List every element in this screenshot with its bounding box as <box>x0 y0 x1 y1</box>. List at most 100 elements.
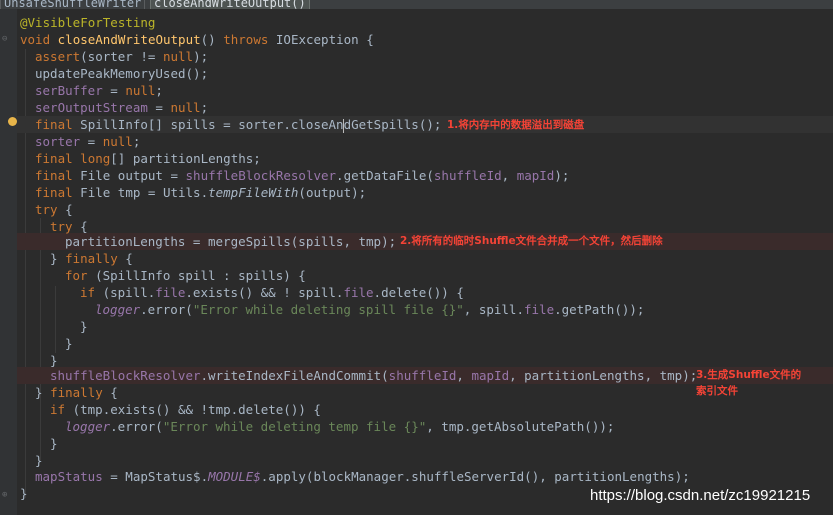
code-line-8: sorter = null; <box>35 133 140 150</box>
field-token: serBuffer <box>35 83 103 98</box>
code-token: } <box>80 319 88 334</box>
code-token: { <box>117 251 133 266</box>
code-token: ; <box>155 83 163 98</box>
code-token: () <box>200 32 224 47</box>
code-token: { <box>102 385 118 400</box>
code-line-18: logger.error("Error while deleting spill… <box>95 301 644 318</box>
code-token: .getPath()); <box>554 302 645 317</box>
code-line-16: for (SpillInfo spill : spills) { <box>65 267 306 284</box>
static-field-token: logger <box>95 302 141 317</box>
breadcrumb-method[interactable]: closeAndWriteOutput() <box>150 0 310 9</box>
code-token: , <box>501 168 517 183</box>
code-token: (SpillInfo spill : spills) { <box>87 268 306 283</box>
method-name-token: closeAndWriteOutput <box>57 32 201 47</box>
code-line-25: logger.error("Error while deleting temp … <box>65 418 614 435</box>
keyword-token: finally <box>65 251 118 266</box>
code-token: (sorter != <box>80 49 163 64</box>
code-token: (tmp.exists() && !tmp.delete()) { <box>65 402 321 417</box>
field-token: mapStatus <box>35 469 103 484</box>
code-token: { <box>57 202 73 217</box>
code-token: (output); <box>298 185 367 200</box>
watermark: https://blog.csdn.net/zc19921215 <box>590 487 811 504</box>
code-token: = MapStatus$. <box>102 469 209 484</box>
code-token: ); <box>554 168 570 183</box>
code-token: , partitionLengths, tmp); <box>509 368 698 383</box>
keyword-token: null <box>170 100 201 115</box>
field-token: shuffleId <box>433 168 502 183</box>
code-token: , tmp.getAbsolutePath()); <box>426 419 615 434</box>
code-line-12: try { <box>35 201 73 218</box>
code-token: } <box>20 486 28 501</box>
code-token: .delete()) { <box>373 285 464 300</box>
code-line-29: } <box>20 485 28 502</box>
code-line-6: serOutputStream = null; <box>35 99 208 116</box>
indent-guide <box>55 286 56 353</box>
field-token: file <box>343 285 374 300</box>
keyword-token: final <box>35 168 73 183</box>
keyword-token: assert <box>35 49 81 64</box>
code-token: dGetSpills(); <box>343 117 442 132</box>
annotation-note-3a: 3.生成Shuffle文件的 <box>696 369 802 381</box>
code-token: File tmp = Utils. <box>72 185 209 200</box>
code-token: partitionLengths = mergeSpills(spills, t… <box>65 234 397 249</box>
fold-marker-icon[interactable]: ⊖ <box>2 35 7 44</box>
string-token: "Error while deleting spill file {}" <box>192 302 464 317</box>
annotation-note-2: 2.将所有的临时Shuffle文件合并成一个文件，然后删除 <box>400 235 663 247</box>
keyword-token: throws <box>223 32 269 47</box>
field-token: file <box>524 302 555 317</box>
code-line-14: partitionLengths = mergeSpills(spills, t… <box>65 233 396 250</box>
code-line-19: } <box>80 318 88 335</box>
field-token: serOutputStream <box>35 100 148 115</box>
code-token: ; <box>132 134 141 149</box>
keyword-token: void <box>20 32 51 47</box>
lightbulb-icon[interactable] <box>8 117 17 126</box>
indent-guide <box>40 218 41 460</box>
code-token: = <box>147 100 171 115</box>
code-token: } <box>50 436 58 451</box>
code-line-3: assert(sorter != null); <box>35 48 208 65</box>
keyword-token: finally <box>50 385 103 400</box>
code-token: } <box>65 336 73 351</box>
field-token: file <box>155 285 186 300</box>
keyword-token: final <box>35 117 73 132</box>
editor-gutter[interactable]: ⊖ ⊕ <box>0 9 17 515</box>
keyword-token: for <box>65 268 88 283</box>
code-line-10: final File output = shuffleBlockResolver… <box>35 167 569 184</box>
static-field-token: MODULE$ <box>208 469 261 484</box>
code-line-26: } <box>50 435 58 452</box>
keyword-token: null <box>102 134 133 149</box>
breadcrumb-class[interactable]: UnsafeShuffleWriter <box>0 0 146 9</box>
code-token: = <box>102 83 126 98</box>
code-token: ); <box>193 49 209 64</box>
code-line-22: shuffleBlockResolver.writeIndexFileAndCo… <box>50 367 697 384</box>
code-token: .getDataFile( <box>336 168 434 183</box>
code-token: .exists() && ! spill. <box>185 285 344 300</box>
code-token: } <box>35 453 43 468</box>
code-token: File output = <box>72 168 186 183</box>
keyword-token: try <box>50 219 73 234</box>
field-token: shuffleBlockResolver <box>50 368 201 383</box>
code-token: , spill. <box>463 302 524 317</box>
annotation-note-3b: 索引文件 <box>696 385 738 397</box>
code-token: { <box>72 219 88 234</box>
code-line-24: if (tmp.exists() && !tmp.delete()) { <box>50 401 321 418</box>
keyword-token: null <box>162 49 194 64</box>
code-token: SpillInfo[] spills = sorter.closeAn <box>72 117 344 132</box>
code-token: = <box>80 134 103 149</box>
annotation-note-1: 1.将内存中的数据溢出到磁盘 <box>447 119 585 131</box>
code-token: [] partitionLengths; <box>110 151 261 166</box>
code-token: } <box>35 385 51 400</box>
code-line-9: final long[] partitionLengths; <box>35 150 261 167</box>
code-token: .error( <box>110 419 163 434</box>
annotation-token: @VisibleForTesting <box>20 15 156 30</box>
fold-marker-icon[interactable]: ⊕ <box>2 491 7 500</box>
code-line-2: void closeAndWriteOutput() throws IOExce… <box>20 31 374 48</box>
code-token: ; <box>200 100 209 115</box>
code-line-4: updatePeakMemoryUsed(); <box>35 65 208 82</box>
code-line-28: mapStatus = MapStatus$.MODULE$.apply(blo… <box>35 468 690 485</box>
field-token: mapId <box>471 368 510 383</box>
field-token: shuffleId <box>388 368 457 383</box>
code-token: .apply(blockManager.shuffleServerId(), p… <box>260 469 690 484</box>
breadcrumb: UnsafeShuffleWriter closeAndWriteOutput(… <box>0 0 833 9</box>
code-line-27: } <box>35 452 43 469</box>
